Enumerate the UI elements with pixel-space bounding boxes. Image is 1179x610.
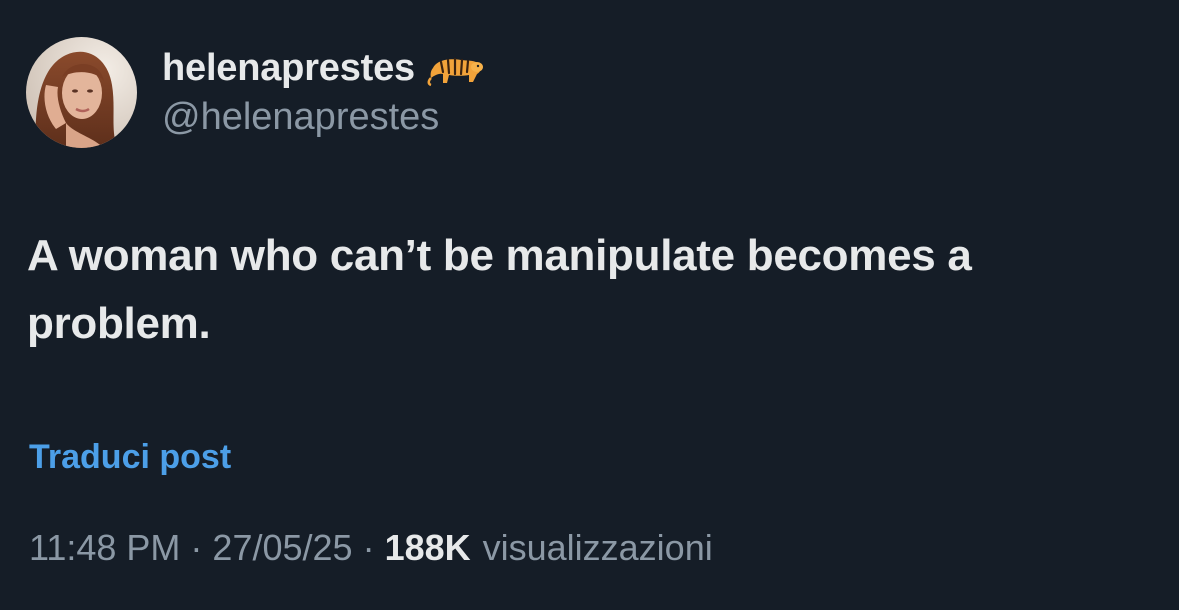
views-count[interactable]: 188K <box>385 527 471 569</box>
display-name-row: helenaprestes <box>162 40 485 96</box>
tiger-emoji-icon <box>427 48 485 88</box>
views-label: visualizzazioni <box>482 527 713 568</box>
post-date[interactable]: 27/05/25 <box>212 527 352 569</box>
author-handle[interactable]: @helenaprestes <box>162 96 439 139</box>
meta-separator: · <box>190 527 203 568</box>
avatar-image <box>26 37 137 148</box>
post-meta: 11:48 PM · 27/05/25 · 188K visualizzazio… <box>29 527 713 569</box>
translate-post-link[interactable]: Traduci post <box>29 438 231 477</box>
display-name[interactable]: helenaprestes <box>162 47 415 90</box>
meta-separator: · <box>362 527 375 568</box>
post-text: A woman who can’t be manipulate becomes … <box>27 231 972 348</box>
avatar[interactable] <box>26 37 137 148</box>
tweet-card: helenaprestes @helenaprestes A woman who… <box>0 0 1179 610</box>
post-time[interactable]: 11:48 PM <box>29 527 180 569</box>
